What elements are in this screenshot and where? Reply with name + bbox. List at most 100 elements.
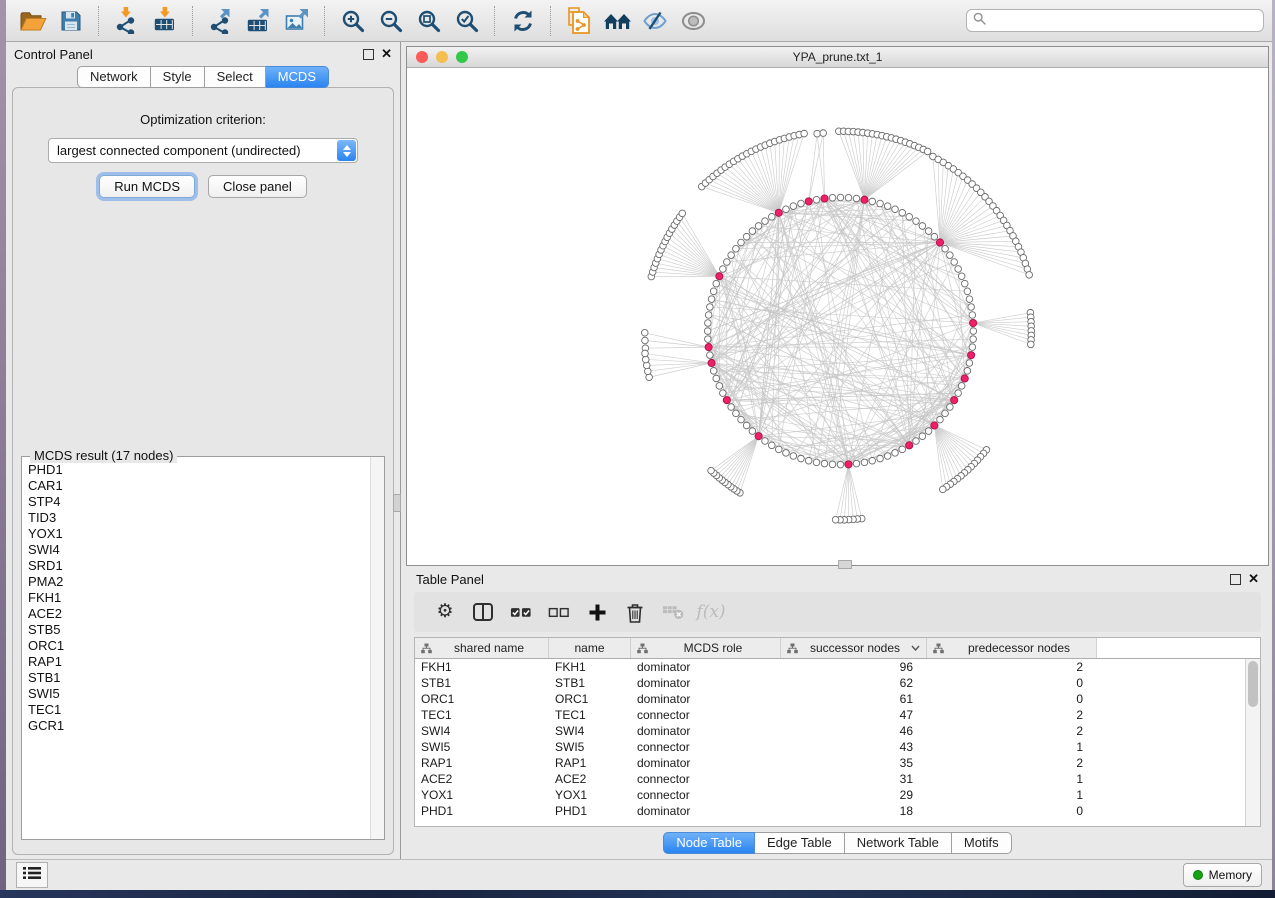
column-header-MCDS-role[interactable]: MCDS role [631, 638, 781, 658]
table-row[interactable]: ORC1ORC1dominator610 [415, 691, 1246, 707]
table-scrollbar[interactable] [1245, 659, 1260, 826]
criterion-dropdown[interactable]: largest connected component (undirected) [48, 138, 358, 163]
table-cell: STB1 [415, 676, 549, 690]
close-panel-button[interactable]: Close panel [208, 175, 307, 198]
mcds-result-item[interactable]: YOX1 [28, 526, 368, 542]
toolbar-separator [324, 6, 326, 36]
mcds-result-item[interactable]: ORC1 [28, 638, 368, 654]
tab-motifs[interactable]: Motifs [952, 832, 1012, 854]
table-row[interactable]: ACE2ACE2connector311 [415, 771, 1246, 787]
sort-chevron-icon[interactable] [911, 645, 920, 651]
mcds-result-item[interactable]: SWI5 [28, 686, 368, 702]
table-cell: dominator [631, 676, 781, 690]
network-view-window: YPA_prune.txt_1 [406, 46, 1269, 566]
table-row[interactable]: FKH1FKH1dominator962 [415, 659, 1246, 675]
tab-select[interactable]: Select [205, 66, 266, 88]
close-panel-icon[interactable]: ✕ [381, 48, 392, 60]
table-row[interactable]: YOX1YOX1connector291 [415, 787, 1246, 803]
import-table-icon[interactable] [150, 4, 180, 38]
function-builder-icon[interactable]: f(x) [700, 597, 722, 627]
table-cell: connector [631, 788, 781, 802]
mcds-result-item[interactable]: STB1 [28, 670, 368, 686]
split-divider-grip-vertical[interactable] [393, 494, 401, 512]
open-session-icon[interactable] [18, 4, 48, 38]
deselect-all-icon[interactable] [548, 597, 570, 627]
export-network-icon[interactable] [206, 4, 236, 38]
network-window-titlebar: YPA_prune.txt_1 [407, 47, 1268, 68]
refresh-view-icon[interactable] [508, 4, 538, 38]
columns-icon[interactable] [472, 597, 494, 627]
table-cell: connector [631, 708, 781, 722]
tab-style[interactable]: Style [151, 66, 205, 88]
memory-button[interactable]: Memory [1183, 863, 1262, 887]
mcds-result-item[interactable]: SWI4 [28, 542, 368, 558]
mcds-result-item[interactable]: TID3 [28, 510, 368, 526]
zoom-fit-icon[interactable] [414, 4, 444, 38]
zoom-selected-icon[interactable] [452, 4, 482, 38]
table-row[interactable]: SWI4SWI4dominator462 [415, 723, 1246, 739]
table-scrollbar-thumb[interactable] [1248, 661, 1258, 707]
select-all-icon[interactable] [510, 597, 532, 627]
add-row-icon[interactable] [586, 597, 608, 627]
mcds-result-scrollbar[interactable] [370, 457, 384, 839]
search-icon [973, 12, 986, 30]
delete-table-icon[interactable] [662, 597, 684, 627]
column-header-successor-nodes[interactable]: successor nodes [781, 638, 927, 658]
network-graph[interactable] [407, 68, 1268, 565]
table-cell: ACE2 [549, 772, 631, 786]
table-row[interactable]: STB1STB1dominator620 [415, 675, 1246, 691]
tree-icon [933, 643, 944, 654]
table-cell: 2 [927, 708, 1097, 722]
mcds-result-item[interactable]: CAR1 [28, 478, 368, 494]
table-cell: FKH1 [415, 660, 549, 674]
tab-network-table[interactable]: Network Table [845, 832, 952, 854]
network-canvas[interactable] [407, 68, 1268, 565]
tab-mcds[interactable]: MCDS [266, 66, 329, 88]
column-header-name[interactable]: name [549, 638, 631, 658]
save-session-icon[interactable] [56, 4, 86, 38]
float-panel-icon[interactable] [363, 49, 374, 60]
table-cell: 29 [781, 788, 927, 802]
column-header-predecessor-nodes[interactable]: predecessor nodes [927, 638, 1097, 658]
mcds-result-item[interactable]: STP4 [28, 494, 368, 510]
show-view-icon[interactable] [678, 4, 708, 38]
tab-edge-table[interactable]: Edge Table [755, 832, 845, 854]
search-input[interactable] [986, 13, 1257, 29]
mcds-result-item[interactable]: GCR1 [28, 718, 368, 734]
mcds-result-item[interactable]: ACE2 [28, 606, 368, 622]
mcds-result-item[interactable]: RAP1 [28, 654, 368, 670]
split-divider-grip-horizontal[interactable] [838, 560, 852, 569]
table-cell: 1 [927, 772, 1097, 786]
table-row[interactable]: RAP1RAP1dominator352 [415, 755, 1246, 771]
mcds-result-item[interactable]: TEC1 [28, 702, 368, 718]
dropdown-stepper-icon [337, 140, 356, 161]
float-table-panel-icon[interactable] [1230, 574, 1241, 585]
close-table-panel-icon[interactable]: ✕ [1248, 573, 1259, 585]
mcds-result-item[interactable]: PMA2 [28, 574, 368, 590]
mcds-result-item[interactable]: PHD1 [28, 462, 368, 478]
tab-network[interactable]: Network [77, 66, 151, 88]
mcds-result-item[interactable]: FKH1 [28, 590, 368, 606]
hide-panels-icon[interactable] [640, 4, 670, 38]
status-bar: Memory [6, 859, 1272, 890]
search-box[interactable] [966, 9, 1264, 32]
column-header-shared-name[interactable]: shared name [415, 638, 549, 658]
session-home-icon[interactable] [602, 4, 632, 38]
zoom-in-icon[interactable] [338, 4, 368, 38]
network-file-icon[interactable] [564, 4, 594, 38]
delete-row-icon[interactable] [624, 597, 646, 627]
export-table-icon[interactable] [244, 4, 274, 38]
table-cell: 2 [927, 660, 1097, 674]
task-history-button[interactable] [16, 862, 48, 888]
table-row[interactable]: SWI5SWI5connector431 [415, 739, 1246, 755]
table-row[interactable]: TEC1TEC1connector472 [415, 707, 1246, 723]
table-row[interactable]: PHD1PHD1dominator180 [415, 803, 1246, 819]
tab-node-table[interactable]: Node Table [663, 832, 755, 854]
import-network-icon[interactable] [112, 4, 142, 38]
mcds-result-item[interactable]: STB5 [28, 622, 368, 638]
mcds-result-item[interactable]: SRD1 [28, 558, 368, 574]
settings-icon[interactable]: ⚙ [434, 597, 456, 627]
export-image-icon[interactable] [282, 4, 312, 38]
run-mcds-button[interactable]: Run MCDS [99, 175, 195, 198]
zoom-out-icon[interactable] [376, 4, 406, 38]
